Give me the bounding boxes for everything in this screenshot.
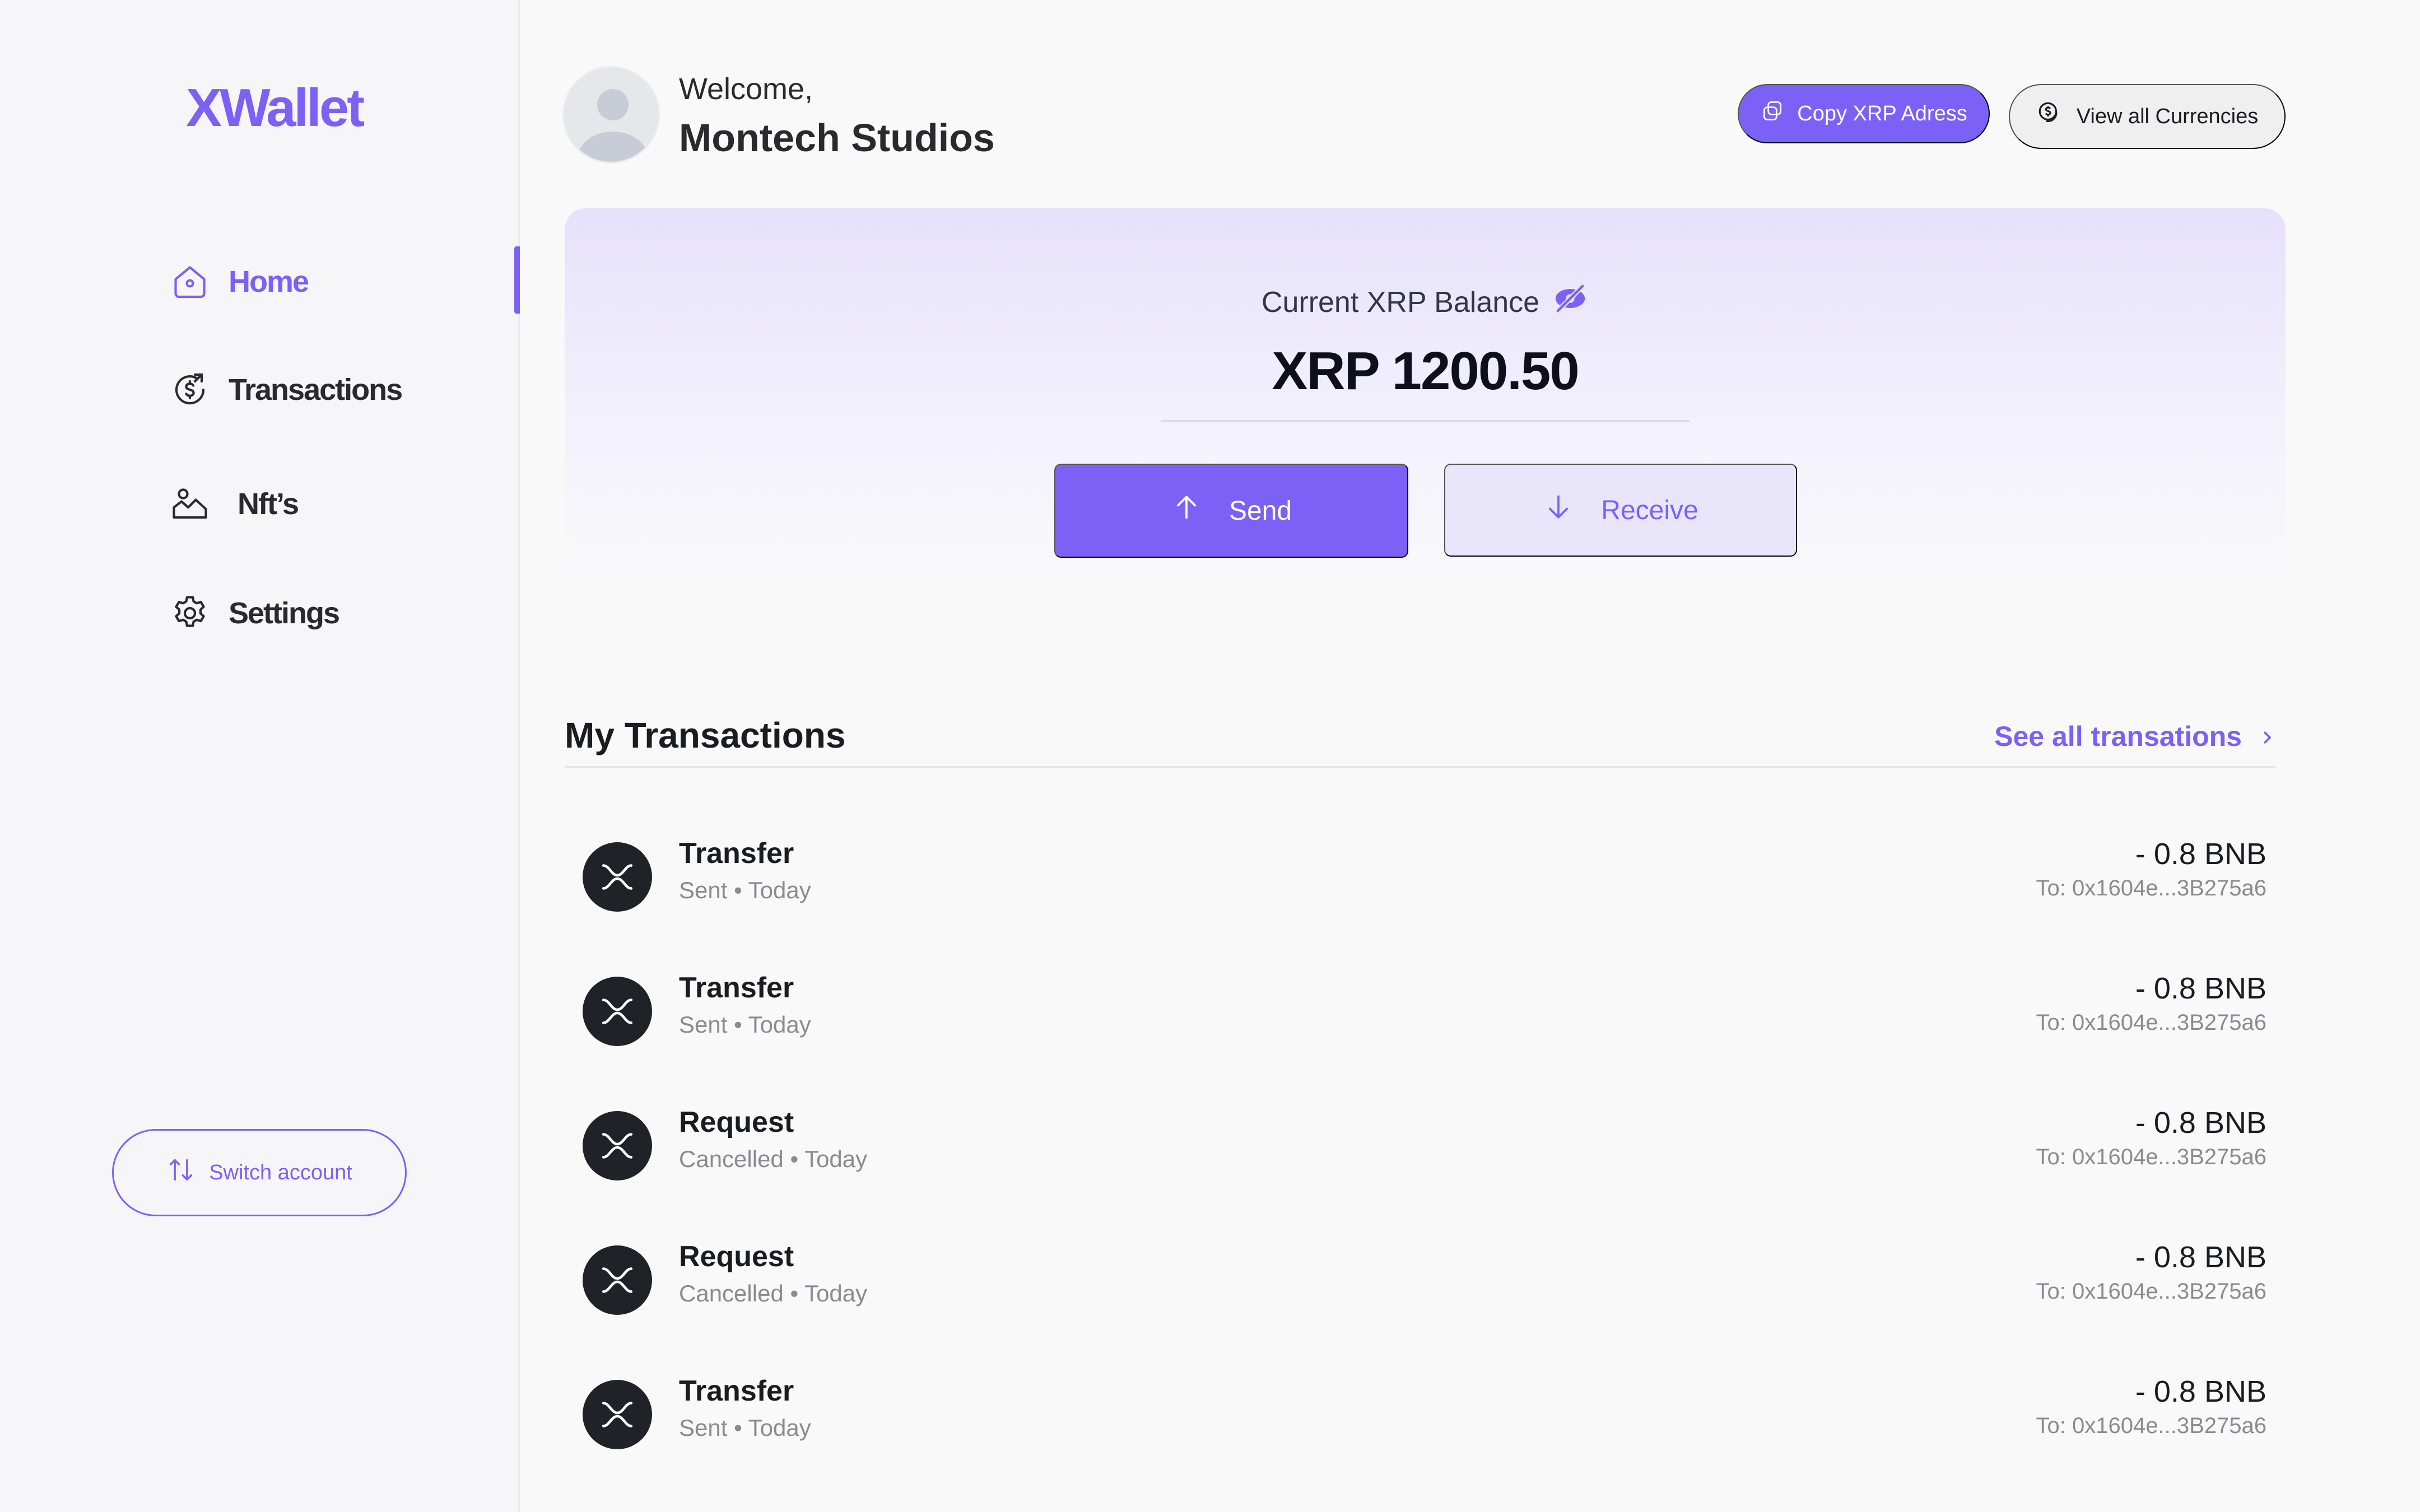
transaction-amount: - 0.8 BNB xyxy=(2135,972,2267,1005)
transaction-row[interactable]: Transfer Sent • Today - 0.8 BNB To: 0x16… xyxy=(583,971,2267,1066)
sidebar-item-label: Settings xyxy=(229,596,340,630)
chevron-right-icon xyxy=(2259,720,2275,753)
transaction-recipient: To: 0x1604e...3B275a6 xyxy=(2036,876,2267,900)
transaction-type: Transfer xyxy=(679,837,794,870)
transaction-type: Transfer xyxy=(679,972,794,1004)
arrow-up-icon xyxy=(1171,492,1202,530)
transaction-status: Cancelled • Today xyxy=(679,1280,868,1306)
transaction-row[interactable]: Transfer Sent • Today - 0.8 BNB To: 0x16… xyxy=(583,837,2267,932)
transaction-recipient: To: 0x1604e...3B275a6 xyxy=(2036,1413,2267,1438)
transaction-type: Request xyxy=(679,1240,794,1273)
sidebar-item-home[interactable]: Home xyxy=(168,251,504,312)
gear-icon xyxy=(168,591,212,635)
transaction-row[interactable]: Request Cancelled • Today - 0.8 BNB To: … xyxy=(583,1105,2267,1201)
transactions-divider xyxy=(565,766,2275,768)
transaction-recipient: To: 0x1604e...3B275a6 xyxy=(2036,1279,2267,1304)
balance-card: Current XRP Balance XRP 1200.50 Send Rec… xyxy=(565,208,2286,589)
see-all-transactions-link[interactable]: See all transations xyxy=(1994,720,2275,753)
app-logo: XWallet xyxy=(186,78,365,138)
sidebar-item-settings[interactable]: Settings xyxy=(168,582,504,644)
sidebar: XWallet Home Transactions Nft’s Settings… xyxy=(0,0,520,1512)
avatar[interactable] xyxy=(562,66,660,164)
sidebar-item-label: Transactions xyxy=(229,373,403,407)
copy-xrp-address-label: Copy XRP Adress xyxy=(1797,101,1967,125)
balance-amount: XRP 1200.50 xyxy=(1272,341,1579,401)
dollar-cycle-icon xyxy=(168,368,212,412)
sidebar-item-label: Nft’s xyxy=(238,487,299,521)
transactions-title: My Transactions xyxy=(565,715,846,755)
see-all-label: See all transations xyxy=(1994,721,2242,752)
welcome-text: Welcome, xyxy=(679,72,813,106)
transaction-status: Sent • Today xyxy=(679,1011,811,1038)
balance-label: Current XRP Balance xyxy=(1261,286,1540,319)
image-icon xyxy=(168,482,212,526)
swap-arrows-icon xyxy=(166,1155,196,1190)
balance-label-row: Current XRP Balance xyxy=(565,280,2286,324)
transaction-status: Sent • Today xyxy=(679,1415,811,1441)
transaction-status: Sent • Today xyxy=(679,877,811,903)
view-all-currencies-label: View all Currencies xyxy=(2076,104,2259,128)
transaction-row[interactable]: Transfer Sent • Today - 0.8 BNB To: 0x16… xyxy=(583,1374,2267,1469)
sidebar-item-nfts[interactable]: Nft’s xyxy=(168,473,504,535)
send-label: Send xyxy=(1228,496,1292,526)
copy-icon xyxy=(1760,99,1785,129)
arrow-down-icon xyxy=(1543,491,1574,529)
receive-button[interactable]: Receive xyxy=(1444,464,1797,557)
transaction-recipient: To: 0x1604e...3B275a6 xyxy=(2036,1145,2267,1169)
receive-label: Receive xyxy=(1601,495,1698,525)
eye-off-icon[interactable] xyxy=(1552,280,1589,324)
xrp-coin-icon xyxy=(583,842,652,912)
home-icon xyxy=(168,260,212,304)
copy-xrp-address-button[interactable]: Copy XRP Adress xyxy=(1738,84,1990,143)
transaction-row[interactable]: Request Cancelled • Today - 0.8 BNB To: … xyxy=(583,1240,2267,1335)
send-button[interactable]: Send xyxy=(1054,464,1408,558)
transaction-type: Transfer xyxy=(679,1375,794,1407)
coin-icon xyxy=(2036,100,2064,133)
transaction-recipient: To: 0x1604e...3B275a6 xyxy=(2036,1010,2267,1035)
view-all-currencies-button[interactable]: View all Currencies xyxy=(2009,84,2286,149)
transaction-type: Request xyxy=(679,1106,794,1138)
switch-account-button[interactable]: Switch account xyxy=(112,1129,407,1216)
sidebar-item-transactions[interactable]: Transactions xyxy=(168,359,504,421)
transaction-amount: - 0.8 BNB xyxy=(2135,1106,2267,1140)
transaction-amount: - 0.8 BNB xyxy=(2135,1240,2267,1274)
xrp-coin-icon xyxy=(583,1380,652,1449)
active-nav-indicator xyxy=(514,246,520,314)
user-name: Montech Studios xyxy=(679,116,995,160)
transaction-amount: - 0.8 BNB xyxy=(2135,1375,2267,1408)
sidebar-item-label: Home xyxy=(229,265,309,298)
transaction-amount: - 0.8 BNB xyxy=(2135,837,2267,871)
xrp-coin-icon xyxy=(583,977,652,1046)
transaction-status: Cancelled • Today xyxy=(679,1146,868,1172)
xrp-coin-icon xyxy=(583,1111,652,1180)
balance-divider xyxy=(1161,420,1690,422)
switch-account-label: Switch account xyxy=(209,1160,352,1184)
app-root: XWallet Home Transactions Nft’s Settings… xyxy=(0,0,2420,1512)
xrp-coin-icon xyxy=(583,1245,652,1315)
